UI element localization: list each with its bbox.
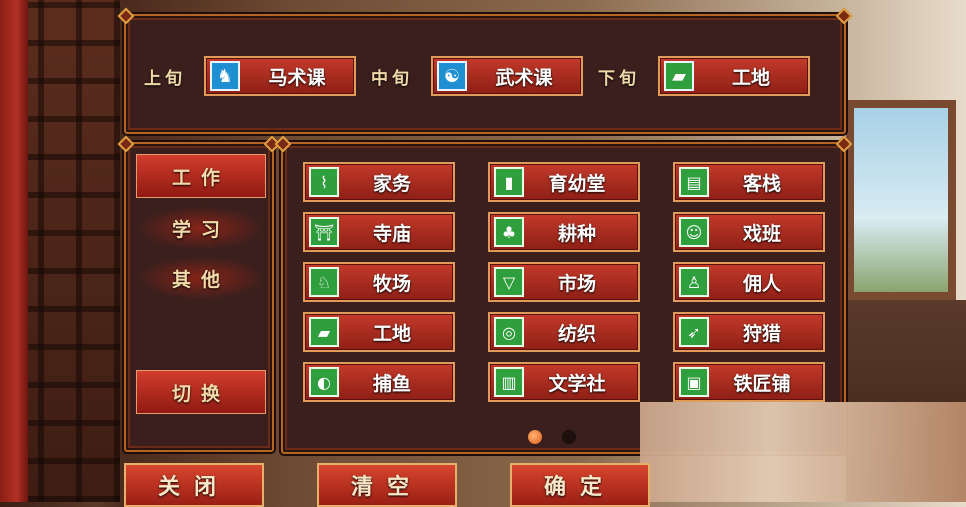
stall-icon: ▽	[494, 267, 524, 297]
horse-icon: ♞	[210, 61, 240, 91]
background-curtain	[0, 0, 28, 502]
job-button-inn[interactable]: ▤ 客栈	[673, 162, 825, 202]
job-button-weaving[interactable]: ◎ 纺织	[488, 312, 640, 352]
slot-value: 马术课	[268, 66, 326, 89]
arrows-icon: ➶	[679, 317, 709, 347]
book-icon: ▥	[494, 367, 524, 397]
job-label: 狩猎	[742, 322, 781, 345]
close-button[interactable]: 关闭	[124, 463, 264, 507]
servant-icon: ♙	[679, 267, 709, 297]
job-button-housework[interactable]: ⌇ 家务	[303, 162, 455, 202]
job-button-fishing[interactable]: ◐ 捕鱼	[303, 362, 455, 402]
schedule-slot-late: 下旬 ▰ 工地	[598, 56, 810, 96]
job-label: 戏班	[742, 222, 781, 245]
sprout-icon: ♣	[494, 217, 524, 247]
fish-icon: ◐	[309, 367, 339, 397]
fence-icon: ♘	[309, 267, 339, 297]
slot-button-early[interactable]: ♞ 马术课	[204, 56, 356, 96]
job-label: 育幼堂	[548, 172, 606, 195]
switch-button[interactable]: 切换	[136, 370, 266, 414]
background-window	[846, 100, 956, 300]
temple-icon: ⛩	[309, 217, 339, 247]
construction-icon: ▰	[664, 61, 694, 91]
construction-icon: ▰	[309, 317, 339, 347]
tab-study[interactable]: 学习	[136, 206, 266, 250]
job-label: 铁匠铺	[733, 372, 791, 395]
job-label: 佣人	[742, 272, 781, 295]
slot-value: 工地	[731, 66, 770, 89]
job-button-smithy[interactable]: ▣ 铁匠铺	[673, 362, 825, 402]
job-label: 文学社	[548, 372, 606, 395]
schedule-slot-early: 上旬 ♞ 马术课	[144, 56, 356, 96]
job-button-servant[interactable]: ♙ 佣人	[673, 262, 825, 302]
forge-icon: ▣	[679, 367, 709, 397]
job-label: 耕种	[557, 222, 596, 245]
slot-label: 上旬	[144, 68, 186, 89]
job-button-nursery[interactable]: ▮ 育幼堂	[488, 162, 640, 202]
job-label: 家务	[372, 172, 411, 195]
schedule-slot-middle: 中旬 ☯ 武术课	[371, 56, 583, 96]
cloth-icon: ◎	[494, 317, 524, 347]
slot-value: 武术课	[495, 66, 553, 89]
slot-label: 下旬	[598, 68, 640, 89]
job-label: 寺庙	[372, 222, 411, 245]
clear-button[interactable]: 清空	[317, 463, 457, 507]
slot-label: 中旬	[371, 68, 413, 89]
job-label: 纺织	[557, 322, 596, 345]
yin-yang-icon: ☯	[437, 61, 467, 91]
job-button-farming[interactable]: ♣ 耕种	[488, 212, 640, 252]
broom-icon: ⌇	[309, 167, 339, 197]
tab-other[interactable]: 其他	[136, 256, 266, 300]
job-button-temple[interactable]: ⛩ 寺庙	[303, 212, 455, 252]
job-button-construction[interactable]: ▰ 工地	[303, 312, 455, 352]
bottle-icon: ▮	[494, 167, 524, 197]
job-button-hunting[interactable]: ➶ 狩猎	[673, 312, 825, 352]
page-dot-1[interactable]	[528, 430, 542, 444]
job-label: 工地	[372, 322, 411, 345]
job-button-literary[interactable]: ▥ 文学社	[488, 362, 640, 402]
slot-button-middle[interactable]: ☯ 武术课	[431, 56, 583, 96]
job-label: 客栈	[742, 172, 781, 195]
category-panel: 工作 学习 其他 切换	[124, 142, 274, 452]
job-label: 牧场	[372, 272, 411, 295]
job-button-opera[interactable]: ☺ 戏班	[673, 212, 825, 252]
background-blur	[640, 402, 966, 502]
sign-icon: ▤	[679, 167, 709, 197]
schedule-panel: 上旬 ♞ 马术课 中旬 ☯ 武术课 下旬 ▰ 工地	[124, 14, 846, 134]
tab-work[interactable]: 工作	[136, 154, 266, 198]
confirm-button[interactable]: 确定	[510, 463, 650, 507]
job-button-market[interactable]: ▽ 市场	[488, 262, 640, 302]
mask-icon: ☺	[679, 217, 709, 247]
job-label: 捕鱼	[372, 372, 411, 395]
slot-button-late[interactable]: ▰ 工地	[658, 56, 810, 96]
page-dot-2[interactable]	[562, 430, 576, 444]
job-label: 市场	[557, 272, 596, 295]
job-button-ranch[interactable]: ♘ 牧场	[303, 262, 455, 302]
